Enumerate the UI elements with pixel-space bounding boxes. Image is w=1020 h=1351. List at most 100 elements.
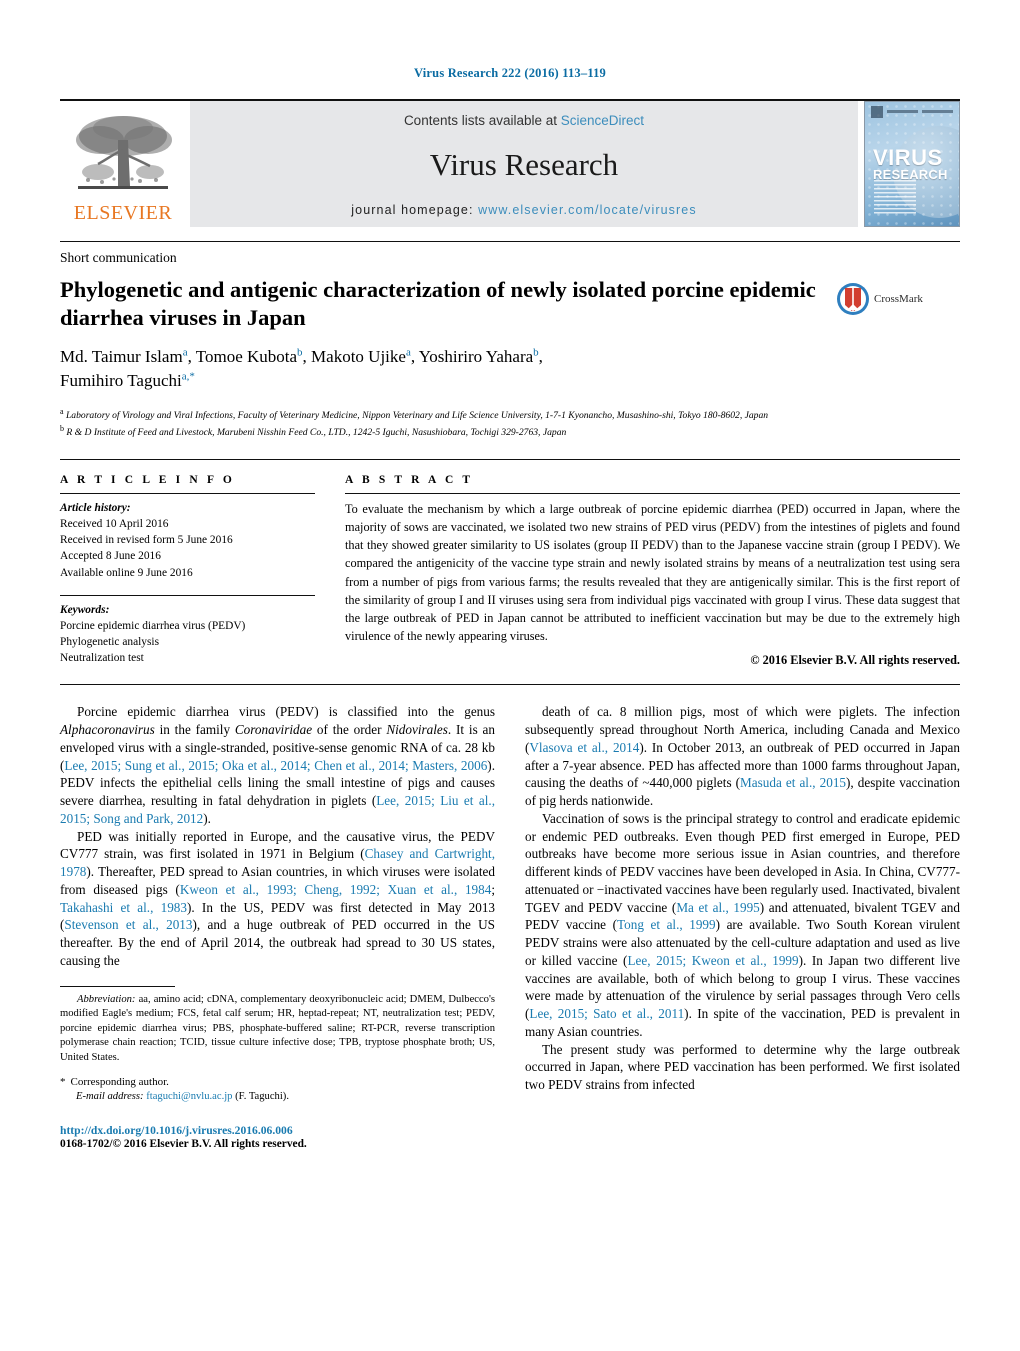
body-text-run: in the family (154, 722, 235, 737)
affiliation-b-text: R & D Institute of Feed and Livestock, M… (66, 427, 567, 439)
cover-title: VIRUS RESEARCH (873, 145, 948, 182)
body-text-run: Porcine epidemic diarrhea virus (PEDV) i… (77, 704, 495, 720)
keywords-label: Keywords: (60, 603, 110, 616)
body-text-run: of the order (312, 722, 387, 737)
crossmark-icon (837, 283, 869, 315)
citation-link[interactable]: Lee, 2015; Sung et al., 2015; Oka et al.… (64, 758, 487, 773)
title-row: Phylogenetic and antigenic characterizat… (60, 266, 960, 331)
affiliation-a-text: Laboratory of Virology and Viral Infecti… (65, 409, 769, 421)
running-head: Virus Research 222 (2016) 113–119 (413, 66, 606, 80)
italic-term: Coronaviridae (234, 722, 313, 737)
affiliation-a-marker: a (60, 406, 64, 416)
email-label: E-mail address: (76, 1090, 144, 1102)
elsevier-tree-icon (76, 116, 172, 189)
article-header: Short communication Phylogenetic and ant… (60, 241, 960, 441)
body-column-right: death of ca. 8 million pigs, most of whi… (525, 703, 960, 1150)
history-item: Accepted 8 June 2016 (60, 550, 161, 563)
corresponding-author-marker: * (60, 1075, 66, 1088)
body-paragraph: Vaccination of sows is the principal str… (525, 810, 960, 1041)
abstract-column: A B S T R A C T To evaluate the mechanis… (345, 474, 960, 669)
history-item: Available online 9 June 2016 (60, 566, 193, 579)
elsevier-logo: ELSEVIER (60, 101, 186, 227)
issn-copyright-line: 0168-1702/© 2016 Elsevier B.V. All right… (60, 1138, 307, 1151)
homepage-prefix: journal homepage: (351, 203, 479, 217)
affiliation-b: b R & D Institute of Feed and Livestock,… (60, 423, 960, 441)
crossmark-label: CrossMark (874, 293, 923, 305)
contents-prefix: Contents lists available at (403, 113, 561, 128)
abbreviation-label: Abbreviation: (77, 993, 136, 1005)
citation-link[interactable]: Ma et al., 1995 (676, 900, 759, 915)
body-paragraph: PED was initially reported in Europe, an… (60, 828, 495, 970)
affiliation-a: a Laboratory of Virology and Viral Infec… (60, 406, 960, 424)
doi-link[interactable]: http://dx.doi.org/10.1016/j.virusres.201… (60, 1124, 495, 1137)
body-text-run: ). (203, 810, 211, 826)
body-text-run: The present study was performed to deter… (525, 1041, 960, 1093)
crossmark-badge[interactable]: CrossMark (836, 282, 923, 316)
cover-title-line1: VIRUS (873, 145, 943, 170)
corresponding-author-footnote: * Corresponding author. (60, 1075, 495, 1090)
author-5: Fumihiro Taguchi (60, 371, 182, 391)
author-3: , Makoto Ujike (302, 347, 406, 367)
affiliations: a Laboratory of Virology and Viral Infec… (60, 406, 960, 441)
body-paragraph: Porcine epidemic diarrhea virus (PEDV) i… (60, 703, 495, 827)
cover-text-block-graphic (874, 180, 916, 214)
body-text-run: ; (491, 881, 495, 897)
cover-top-bar (871, 105, 953, 118)
journal-banner: Contents lists available at ScienceDirec… (190, 101, 858, 227)
keyword-item: Phylogenetic analysis (60, 636, 160, 649)
article-type: Short communication (60, 250, 177, 265)
author-list: Md. Taimur Islama, Tomoe Kubotab, Makoto… (60, 345, 960, 393)
body-column-left: Porcine epidemic diarrhea virus (PEDV) i… (60, 703, 495, 1150)
journal-cover-thumbnail: VIRUS RESEARCH (864, 101, 960, 227)
abstract-text: To evaluate the mechanism by which a lar… (345, 501, 960, 644)
article-history-block: Article history: Received 10 April 2016 … (60, 500, 315, 581)
citation-link[interactable]: Lee, 2015; Sato et al., 2011 (529, 1006, 684, 1021)
body-right-content: death of ca. 8 million pigs, most of whi… (525, 703, 960, 1094)
journal-masthead: ELSEVIER Contents lists available at Sci… (60, 99, 960, 227)
abstract-rule (345, 492, 960, 500)
journal-title: Virus Research (429, 147, 619, 182)
sciencedirect-link[interactable]: ScienceDirect (561, 113, 644, 128)
citation-link[interactable]: Takahashi et al., 1983 (60, 900, 187, 915)
citation-link[interactable]: Tong et al., 1999 (617, 917, 716, 932)
affiliation-b-marker: b (60, 424, 64, 434)
history-item: Received in revised form 5 June 2016 (60, 534, 233, 547)
italic-term: Nidovirales (386, 722, 448, 737)
email-footnote: E-mail address: ftaguchi@nvlu.ac.jp (F. … (76, 1090, 495, 1105)
author-2: , Tomoe Kubota (187, 347, 298, 367)
citation-link[interactable]: Masuda et al., 2015 (740, 775, 846, 790)
email-suffix: (F. Taguchi). (235, 1090, 289, 1102)
info-abstract-section: A R T I C L E I N F O Article history: R… (60, 458, 960, 669)
journal-homepage-link[interactable]: www.elsevier.com/locate/virusres (478, 203, 697, 217)
corresponding-email-link[interactable]: ftaguchi@nvlu.ac.jp (146, 1091, 232, 1102)
cover-elsevier-mark-icon (871, 105, 883, 118)
elsevier-wordmark: ELSEVIER (73, 202, 173, 224)
body-columns: Porcine epidemic diarrhea virus (PEDV) i… (60, 703, 960, 1150)
article-info-rule (60, 492, 315, 500)
journal-article-page: Virus Research 222 (2016) 113–119 ELSEVI… (0, 0, 1020, 1351)
abstract-bottom-divider (60, 684, 960, 686)
citation-link[interactable]: Stevenson et al., 2013 (64, 917, 192, 932)
italic-term: Alphacoronavirus (60, 722, 155, 737)
keyword-item: Porcine epidemic diarrhea virus (PEDV) (60, 619, 246, 632)
author-4: , Yoshiriro Yahara (410, 347, 534, 367)
footnote-divider (60, 985, 175, 987)
abstract-copyright: © 2016 Elsevier B.V. All rights reserved… (750, 653, 960, 668)
body-left-content: Porcine epidemic diarrhea virus (PEDV) i… (60, 703, 495, 969)
keywords-rule (60, 594, 315, 602)
article-info-heading: A R T I C L E I N F O (60, 473, 235, 486)
citation-link[interactable]: Vlasova et al., 2014 (529, 740, 639, 755)
citation-link[interactable]: Kweon et al., 1993; Cheng, 1992; Xuan et… (180, 882, 492, 897)
corresponding-author-text: Corresponding author. (70, 1075, 169, 1088)
journal-homepage-line: journal homepage: www.elsevier.com/locat… (351, 203, 696, 217)
citation-link[interactable]: Lee, 2015; Kweon et al., 1999 (627, 953, 798, 968)
abstract-heading: A B S T R A C T (345, 473, 474, 486)
article-history-label: Article history: (60, 501, 131, 514)
body-paragraph: The present study was performed to deter… (525, 1041, 960, 1094)
keywords-block: Keywords: Porcine epidemic diarrhea viru… (60, 602, 315, 667)
contents-line: Contents lists available at ScienceDirec… (404, 113, 644, 128)
page-title: Phylogenetic and antigenic characterizat… (60, 277, 816, 330)
author-1: Md. Taimur Islam (60, 347, 183, 367)
footnote-section: Abbreviation: aa, amino acid; cDNA, comp… (60, 985, 495, 1151)
body-paragraph: death of ca. 8 million pigs, most of whi… (525, 703, 960, 810)
